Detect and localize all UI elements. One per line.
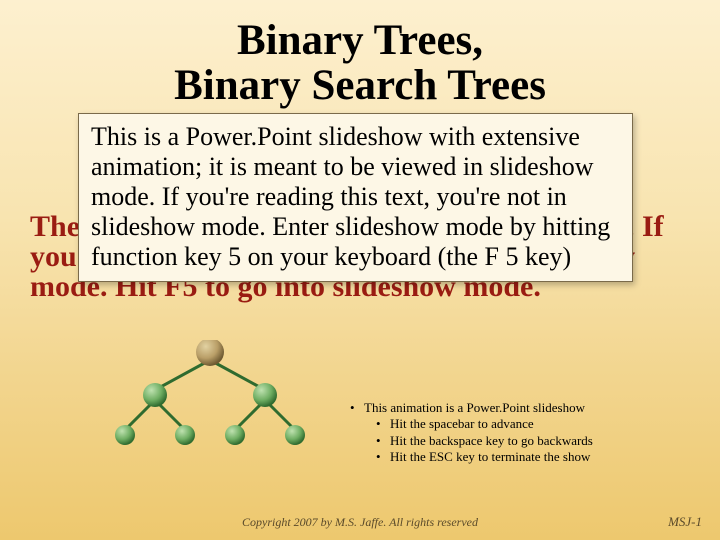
footer-copyright: Copyright 2007 by M.S. Jaffe. All rights… — [0, 515, 720, 530]
bullet-sub-3: Hit the ESC key to terminate the show — [350, 449, 700, 465]
bullet-sub-2: Hit the backspace key to go backwards — [350, 433, 700, 449]
page-number: MSJ-1 — [668, 514, 702, 530]
slideshow-warning-text: This is a Power.Point slideshow with ext… — [91, 122, 620, 271]
instruction-bullets: This animation is a Power.Point slidesho… — [350, 400, 700, 465]
title-line-1: Binary Trees, — [0, 18, 720, 63]
tree-graphic — [95, 340, 325, 455]
slideshow-warning-box: This is a Power.Point slideshow with ext… — [78, 113, 633, 282]
title-line-2: Binary Search Trees — [0, 63, 720, 108]
slide-title: Binary Trees, Binary Search Trees — [0, 18, 720, 108]
bullet-sub-1: Hit the spacebar to advance — [350, 416, 700, 432]
bullet-main: This animation is a Power.Point slidesho… — [350, 400, 700, 416]
